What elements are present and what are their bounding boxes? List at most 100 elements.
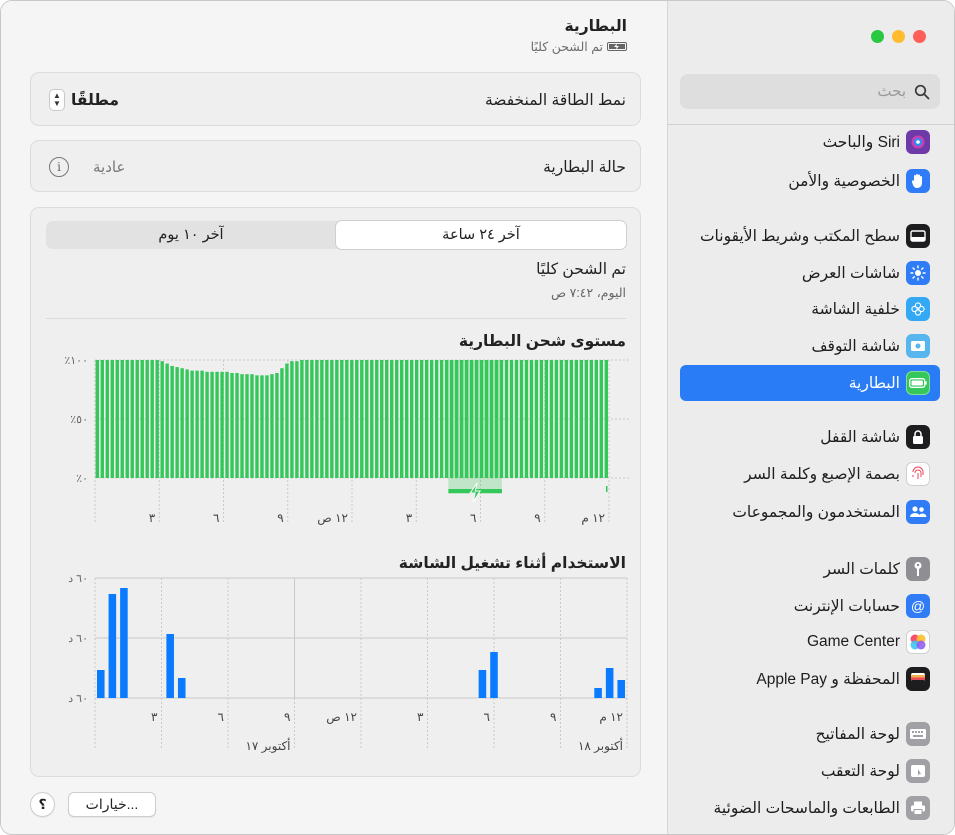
- sidebar-item-game-center[interactable]: Game Center: [680, 624, 940, 660]
- battery-level-bar: [220, 371, 224, 478]
- battery-level-bar: [494, 360, 499, 478]
- battery-level-bar: [414, 360, 419, 478]
- main-pane: البطارية تم الشحن كليًا ▲ ▼ مطلقًا نمط ال…: [1, 1, 669, 834]
- x-tick-label: ٦: [213, 511, 219, 525]
- window-controls: [871, 30, 926, 43]
- info-icon[interactable]: i: [49, 157, 69, 177]
- battery-level-bar: [130, 360, 134, 478]
- low-power-popup[interactable]: ▲ ▼ مطلقًا: [49, 89, 119, 111]
- sidebar-item-label: كلمات السر: [823, 560, 900, 578]
- battery-level-bar: [584, 360, 589, 478]
- battery-level-bar: [335, 360, 339, 478]
- close-button[interactable]: [913, 30, 926, 43]
- page-subtitle-text: تم الشحن كليًا: [530, 40, 603, 54]
- minimize-button[interactable]: [892, 30, 905, 43]
- tab-last-24-hours[interactable]: آخر ٢٤ ساعة: [336, 221, 626, 249]
- usage-bar: [490, 652, 498, 698]
- battery-level-bar: [474, 360, 479, 478]
- battery-level-bar: [315, 360, 319, 478]
- battery-level-bar: [195, 370, 199, 478]
- sidebar-item-screen-saver[interactable]: شاشة التوقف: [680, 328, 940, 364]
- help-button[interactable]: ؟: [30, 792, 55, 817]
- low-power-label: نمط الطاقة المنخفضة: [484, 91, 626, 109]
- sidebar-item-label: البطارية: [848, 374, 900, 392]
- at-icon: @: [906, 594, 930, 618]
- battery-level-bar: [235, 372, 239, 478]
- sidebar-item-touch-id-password[interactable]: بصمة الإصبع وكلمة السر: [680, 456, 940, 492]
- battery-level-bar: [459, 360, 464, 478]
- x-tick-label: ٣: [151, 710, 158, 724]
- page-header: البطارية تم الشحن كليًا: [531, 17, 627, 54]
- battery-level-bar: [365, 360, 369, 478]
- battery-level-bar: [275, 372, 279, 478]
- battery-level-bar: [564, 360, 569, 478]
- battery-level-bar: [390, 360, 394, 478]
- battery-level-bar: [105, 360, 109, 478]
- battery-level-bar: [125, 360, 129, 478]
- sidebar-item-passwords[interactable]: كلمات السر: [680, 551, 940, 587]
- sidebar-item-trackpad[interactable]: لوحة التعقب: [680, 753, 940, 789]
- sidebar-item-label: لوحة التعقب: [820, 762, 900, 780]
- search-input[interactable]: [706, 83, 906, 100]
- sidebar-item-displays[interactable]: شاشات العرض: [680, 255, 940, 291]
- charge-status-time: اليوم، ٧:٤٢ ص: [551, 286, 626, 300]
- sidebar-item-battery[interactable]: البطارية: [680, 365, 940, 401]
- sidebar-item-label: المستخدمون والمجموعات: [732, 503, 900, 521]
- battery-level-bar: [135, 360, 139, 478]
- hand-icon: [906, 169, 930, 193]
- sidebar-item-printers-scanners[interactable]: الطابعات والماسحات الضوئية: [680, 790, 940, 826]
- sidebar-item-label: Game Center: [806, 633, 900, 650]
- date-label: أكتوبر ١٧: [245, 738, 290, 753]
- x-tick-label: ٣: [417, 710, 424, 724]
- sidebar-item-label: سطح المكتب وشريط الأيقونات: [699, 227, 900, 245]
- y-tick-label: ٪٥٠: [70, 414, 88, 426]
- tab-last-10-days[interactable]: آخر ١٠ يوم: [46, 221, 336, 249]
- battery-level-bar: [305, 360, 309, 478]
- battery-level-bar: [360, 360, 364, 478]
- battery-level-bar: [280, 368, 284, 478]
- sidebar-item-keyboard[interactable]: لوحة المفاتيح: [680, 716, 940, 752]
- options-button[interactable]: خيارات...: [68, 792, 156, 817]
- x-tick-label: ٦: [218, 710, 224, 724]
- battery-icon: [906, 371, 930, 395]
- period-segmented-control: آخر ١٠ يوم آخر ٢٤ ساعة: [46, 221, 626, 249]
- zoom-button[interactable]: [871, 30, 884, 43]
- battery-level-bar: [205, 371, 209, 478]
- sidebar: Siri والباحث الخصوصية والأمن سطح المكتب وش…: [667, 1, 954, 834]
- battery-level-bar: [554, 360, 559, 478]
- battery-level-bar: [539, 360, 544, 478]
- battery-level-bar: [599, 360, 604, 478]
- sidebar-item-internet-accounts[interactable]: @ حسابات الإنترنت: [680, 588, 940, 624]
- sidebar-item-label: المحفظة و Apple Pay: [756, 670, 900, 688]
- brightness-icon: [906, 261, 930, 285]
- sidebar-item-wallpaper[interactable]: خلفية الشاشة: [680, 291, 940, 327]
- sidebar-item-wallet-apple-pay[interactable]: المحفظة و Apple Pay: [680, 661, 940, 697]
- x-tick-label: ١٢ م: [599, 710, 623, 724]
- sidebar-item-desktop-dock[interactable]: سطح المكتب وشريط الأيقونات: [680, 218, 940, 254]
- battery-level-bar: [270, 374, 274, 478]
- battery-level-bar: [569, 360, 574, 478]
- sidebar-item-siri[interactable]: Siri والباحث: [680, 124, 940, 160]
- battery-level-bar: [514, 360, 519, 478]
- y-tick-label: ٪٠: [76, 473, 88, 485]
- battery-level-bar: [260, 375, 264, 478]
- usage-bar: [594, 688, 602, 698]
- sidebar-item-lock-screen[interactable]: شاشة القفل: [680, 419, 940, 455]
- battery-level-bar: [325, 360, 329, 478]
- x-tick-label: ٩: [534, 511, 540, 525]
- battery-level-bar: [230, 372, 234, 478]
- battery-level-title: مستوى شحن البطارية: [458, 333, 626, 350]
- low-power-card: ▲ ▼ مطلقًا نمط الطاقة المنخفضة: [30, 72, 641, 126]
- battery-level-bar: [439, 360, 444, 478]
- battery-level-bar: [489, 360, 494, 478]
- battery-level-bar: [330, 360, 334, 478]
- charge-status: تم الشحن كليًا اليوم، ٧:٤٢ ص: [536, 260, 626, 300]
- search-field[interactable]: [680, 74, 940, 109]
- svg-text:@: @: [911, 598, 925, 614]
- x-tick-label: ٦: [484, 710, 490, 724]
- battery-level-bar: [345, 360, 349, 478]
- sidebar-item-privacy-security[interactable]: الخصوصية والأمن: [680, 163, 940, 199]
- sidebar-item-users-groups[interactable]: المستخدمون والمجموعات: [680, 494, 940, 530]
- battery-level-bar: [160, 361, 164, 478]
- lock-icon: [906, 425, 930, 449]
